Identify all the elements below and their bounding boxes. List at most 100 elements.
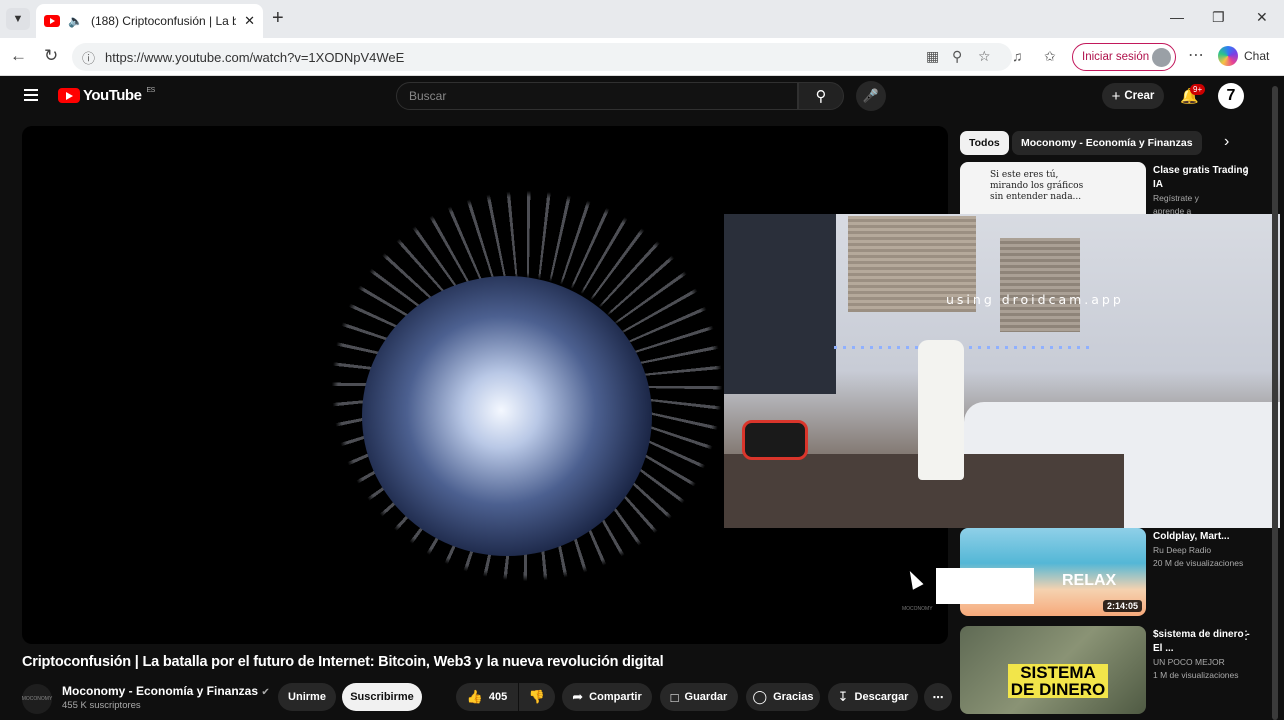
channel-avatar[interactable]: MOCONOMY (22, 684, 52, 714)
thumbs-up-icon: 👍 (466, 689, 483, 704)
recommendation-thumbnail[interactable]: SISTEMA DE DINERO (960, 626, 1146, 714)
share-label: Compartir (589, 691, 642, 703)
media-control-icon[interactable]: ♫ (1012, 48, 1023, 64)
address-bar[interactable]: ⓘ https://www.youtube.com/watch?v=1XODNp… (72, 43, 1012, 71)
kebab-menu-icon[interactable]: ⋮ (1240, 164, 1252, 178)
recommendation-title: $sistema de dinero -El ... (1153, 629, 1250, 654)
globe-image (362, 276, 652, 556)
recommendation-title: Coldplay, Mart... (1153, 531, 1230, 542)
subscribe-label: Suscribirme (350, 691, 414, 703)
recommendation-channel: UN POCO MEJOR (1153, 657, 1225, 667)
like-button[interactable]: 👍 405 (456, 683, 518, 711)
save-button[interactable]: □ Guardar (660, 683, 738, 711)
share-icon: ➦ (572, 689, 584, 704)
logo-region: ES (146, 87, 155, 94)
thumbnail-text: Si este eres tú, mirando los gráficos si… (990, 170, 1084, 202)
copilot-chat-button[interactable]: Chat (1218, 46, 1269, 66)
thumbs-down-icon: 👎 (528, 689, 546, 704)
webcam-overlay: using droidcam.app (724, 214, 1280, 528)
recommendation-views: 20 M de visualizaciones (1153, 558, 1244, 568)
kebab-menu-icon[interactable]: ⋮ (1240, 628, 1252, 642)
site-info-icon[interactable]: ⓘ (82, 48, 95, 67)
youtube-favicon-icon (44, 15, 60, 27)
maximize-icon[interactable]: ❐ (1212, 9, 1225, 26)
droidcam-watermark: using droidcam.app (946, 292, 1124, 307)
download-icon: ↧ (837, 689, 849, 704)
close-tab-icon[interactable]: ✕ (244, 13, 255, 29)
webcam-bottle (918, 340, 964, 480)
youtube-play-icon (58, 88, 80, 103)
chip-channel[interactable]: Moconomy - Economía y Finanzas (1012, 131, 1202, 155)
download-label: Descargar (854, 691, 909, 703)
super-thanks-icon: ◯ (752, 689, 768, 704)
youtube-page: YouTube ES Buscar ⚲ 🎤 + Crear 🔔 9+ 7 MOC… (4, 76, 1280, 720)
recommendation-views: 1 M de visualizaciones (1153, 670, 1239, 680)
more-options-icon[interactable]: ⋯ (1188, 45, 1204, 65)
microphone-icon: 🎤 (862, 88, 880, 103)
channel-name[interactable]: Moconomy - Economía y Finanzas ✔ (62, 684, 270, 698)
tab-actions-menu-icon[interactable]: ▼ (6, 8, 30, 30)
video-title: Criptoconfusión | La batalla por el futu… (22, 654, 664, 670)
logo-text: YouTube (83, 87, 142, 104)
back-icon[interactable]: ← (10, 46, 27, 66)
chip-all[interactable]: Todos (960, 131, 1009, 155)
speaker-icon[interactable]: 🔈 (68, 14, 83, 28)
tab-bar: ▼ 🔈 (188) Criptoconfusión | La bat ✕ + —… (0, 0, 1284, 38)
webcam-speaker (742, 420, 808, 460)
youtube-logo[interactable]: YouTube ES (58, 87, 155, 104)
webcam-window-blind (1000, 238, 1080, 332)
page-scrollbar[interactable] (1272, 86, 1278, 720)
signin-label: Iniciar sesión (1082, 51, 1150, 63)
thumbnail-text: RELAX (1062, 572, 1117, 589)
reload-icon[interactable]: ↻ (44, 46, 58, 66)
close-window-icon[interactable]: ✕ (1256, 9, 1268, 26)
copilot-icon (1218, 46, 1238, 66)
join-label: Unirme (288, 691, 326, 703)
chat-label: Chat (1244, 49, 1270, 63)
youtube-header: YouTube ES Buscar ⚲ 🎤 + Crear 🔔 9+ 7 (4, 76, 1280, 116)
tab-title: (188) Criptoconfusión | La bat (90, 14, 237, 28)
browser-window: ▼ 🔈 (188) Criptoconfusión | La bat ✕ + —… (0, 0, 1284, 720)
voice-search-button[interactable]: 🎤 (856, 81, 886, 111)
account-avatar[interactable]: 7 (1218, 83, 1244, 109)
menu-icon[interactable] (24, 89, 38, 101)
browser-toolbar: ← ↻ ⓘ https://www.youtube.com/watch?v=1X… (0, 38, 1284, 76)
zoom-icon[interactable]: ⚲ (952, 48, 962, 65)
thanks-label: Gracias (773, 691, 814, 703)
plus-icon: + (1111, 87, 1121, 105)
subscribe-button[interactable]: Suscribirme (342, 683, 422, 711)
search-input[interactable]: Buscar (396, 82, 798, 110)
recommendation-line2: Regístrate y (1153, 193, 1199, 203)
download-button[interactable]: ↧ Descargar (828, 683, 918, 711)
bookmark-icon: □ (670, 689, 679, 705)
app-grid-icon[interactable]: ▦ (926, 48, 939, 65)
browser-tab-active[interactable]: 🔈 (188) Criptoconfusión | La bat ✕ (36, 4, 263, 38)
channel-name-text: Moconomy - Economía y Finanzas (62, 684, 259, 698)
notification-badge: 9+ (1190, 84, 1206, 95)
save-label: Guardar (684, 691, 728, 703)
signin-button[interactable]: Iniciar sesión (1072, 43, 1176, 71)
search-button[interactable]: ⚲ (798, 82, 844, 110)
favorite-star-icon[interactable]: ☆ (978, 48, 991, 65)
favorites-icon[interactable]: ✩ (1044, 48, 1056, 65)
create-button[interactable]: + Crear (1102, 83, 1164, 109)
sidebar-chips: Todos Moconomy - Economía y Finanzas › (960, 130, 1260, 158)
new-tab-icon[interactable]: + (272, 8, 284, 28)
search-placeholder: Buscar (409, 89, 447, 103)
overlay-box (936, 568, 1034, 604)
video-duration: 2:14:05 (1102, 600, 1142, 612)
minimize-icon[interactable]: — (1170, 9, 1184, 25)
thanks-button[interactable]: ◯ Gracias (746, 683, 820, 711)
share-button[interactable]: ➦ Compartir (562, 683, 652, 711)
webcam-closet (724, 214, 836, 394)
more-horizontal-icon: ⋯ (932, 691, 944, 704)
more-actions-button[interactable]: ⋯ (924, 683, 952, 711)
create-label: Crear (1124, 90, 1155, 102)
player-channel-watermark: MOCONOMY (902, 606, 933, 612)
search-icon: ⚲ (815, 88, 827, 105)
webcam-led-lights (834, 346, 1094, 349)
dislike-button[interactable]: 👎 (519, 683, 555, 711)
chevron-right-icon[interactable]: › (1224, 133, 1229, 151)
join-button[interactable]: Unirme (278, 683, 336, 711)
recommendation-item[interactable]: SISTEMA DE DINERO $sistema de dinero -El… (960, 626, 1276, 714)
